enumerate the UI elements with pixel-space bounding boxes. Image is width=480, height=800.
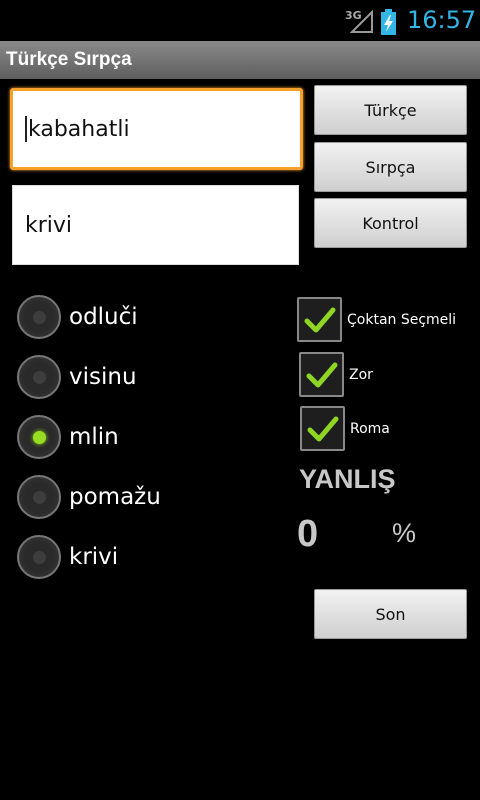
answer-field-value: krivi (25, 212, 73, 238)
turkish-button[interactable]: Türkçe (314, 85, 467, 135)
radio-dot (32, 310, 46, 324)
end-button[interactable]: Son (314, 589, 467, 639)
radio-button[interactable] (17, 295, 61, 339)
percent-sign: % (392, 518, 417, 548)
radio-dot (32, 550, 46, 564)
checkmark-icon (304, 307, 335, 332)
option-label: odluči (69, 304, 138, 330)
check-button[interactable]: Kontrol (314, 198, 467, 248)
option-radio-3[interactable]: mlin (17, 413, 119, 461)
option-label: visinu (69, 364, 137, 390)
title-bar: Türkçe Sırpça (0, 41, 480, 79)
roma-checkbox[interactable] (300, 406, 345, 451)
hard-mode-checkbox[interactable] (299, 352, 344, 397)
serbian-button[interactable]: Sırpça (314, 142, 467, 192)
roma-checkbox-row[interactable]: Roma (300, 406, 390, 451)
checkbox-label: Zor (349, 366, 373, 383)
radio-button[interactable] (17, 535, 61, 579)
option-label: pomažu (69, 484, 161, 510)
option-label: mlin (69, 424, 119, 450)
signal-icon (350, 10, 373, 33)
app-title: Türkçe Sırpça (6, 49, 132, 70)
checkmark-icon (306, 362, 337, 387)
status-bar: 3G 16:57 (0, 0, 480, 41)
result-label: YANLIŞ (299, 464, 396, 494)
text-cursor (25, 116, 27, 142)
battery-charging-icon (381, 9, 396, 35)
hard-mode-checkbox-row[interactable]: Zor (299, 352, 373, 397)
checkbox-label: Roma (350, 420, 390, 437)
option-radio-2[interactable]: visinu (17, 353, 137, 401)
checkmark-icon (307, 416, 338, 441)
checkbox-label: Çoktan Seçmeli (347, 311, 457, 328)
option-radio-1[interactable]: odluči (17, 293, 138, 341)
word-input-value: kabahatli (28, 116, 130, 142)
radio-dot-selected (32, 430, 46, 444)
radio-button[interactable] (17, 415, 61, 459)
radio-button[interactable] (17, 355, 61, 399)
score-value: 0 (297, 513, 319, 555)
option-label: krivi (69, 544, 119, 570)
word-input[interactable]: kabahatli (10, 88, 303, 170)
answer-field[interactable]: krivi (12, 185, 299, 265)
radio-button[interactable] (17, 475, 61, 519)
option-radio-4[interactable]: pomažu (17, 473, 161, 521)
clock: 16:57 (407, 6, 477, 34)
multiple-choice-checkbox[interactable] (297, 297, 342, 342)
radio-dot (32, 490, 46, 504)
radio-dot (32, 370, 46, 384)
option-radio-5[interactable]: krivi (17, 533, 118, 581)
multiple-choice-checkbox-row[interactable]: Çoktan Seçmeli (297, 297, 456, 342)
